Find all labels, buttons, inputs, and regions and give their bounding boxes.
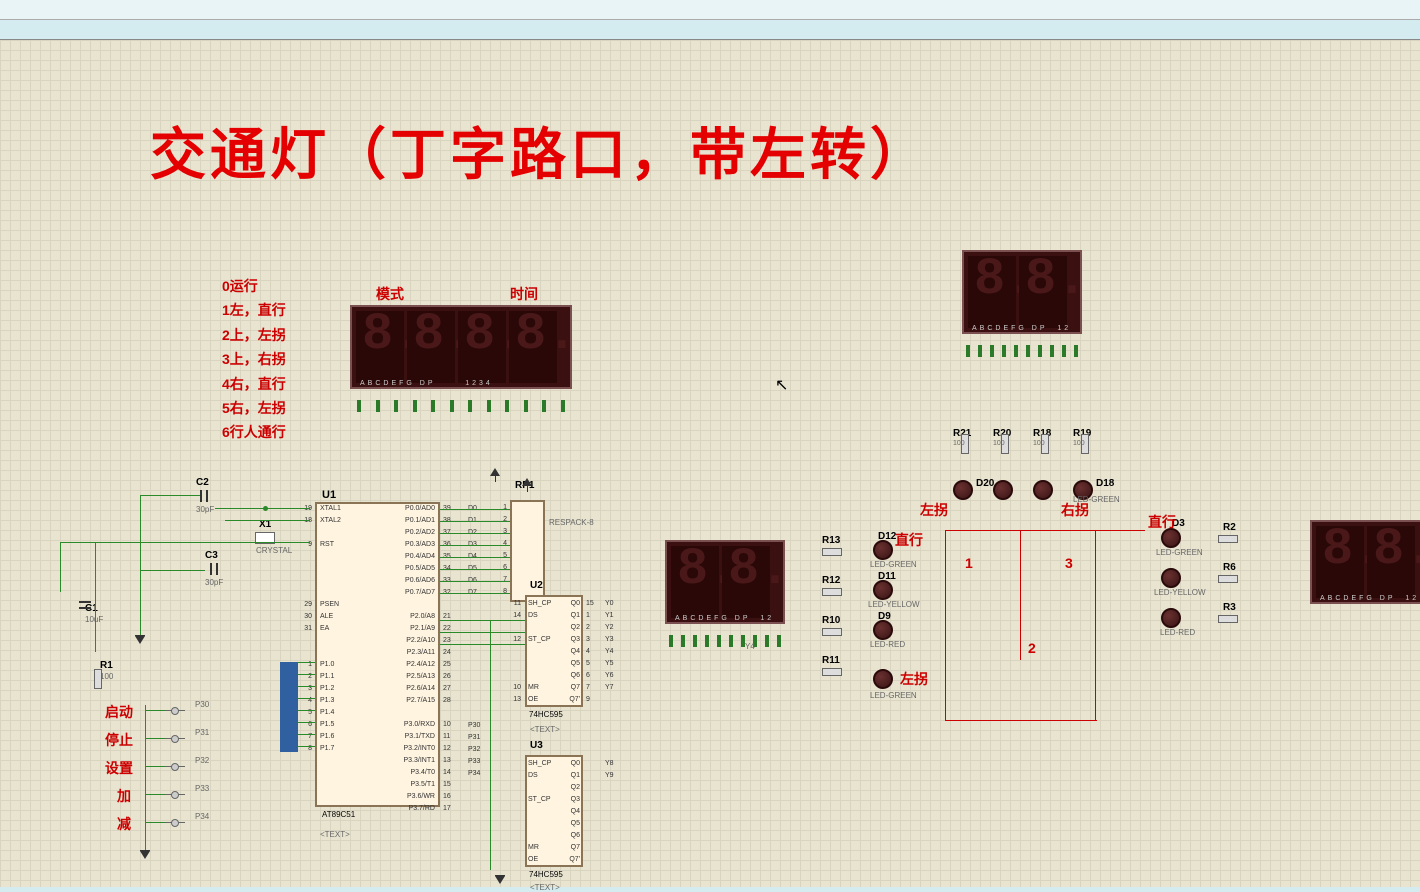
res-r13[interactable] xyxy=(822,548,842,556)
button-plus[interactable] xyxy=(165,789,185,799)
led-d5[interactable] xyxy=(1161,568,1181,588)
u2-label: U2 xyxy=(530,580,543,591)
res-r12[interactable] xyxy=(822,588,842,596)
led-d20[interactable] xyxy=(953,480,973,500)
gnd-icon xyxy=(495,875,505,885)
mouse-cursor-icon: ↖ xyxy=(775,375,788,395)
led-d9[interactable] xyxy=(873,620,893,640)
seven-seg-4digit[interactable]: ABCDEFG DP 1234 xyxy=(350,305,572,389)
gnd-icon xyxy=(140,850,150,860)
cap-c1[interactable] xyxy=(79,596,91,616)
cap-c3[interactable] xyxy=(205,563,225,575)
ruler-h xyxy=(0,20,1420,40)
label-minus: 减 xyxy=(117,814,131,834)
seven-seg-right[interactable]: ABCDEFG DP 12 xyxy=(1310,520,1420,604)
led-d11[interactable] xyxy=(873,580,893,600)
gnd-icon xyxy=(135,635,145,645)
power-icon xyxy=(522,480,532,492)
res-r11[interactable] xyxy=(822,668,842,676)
label-plus: 加 xyxy=(117,786,131,806)
mode-legend: 0运行 1左，直行 2上，左拐 3上，右拐 4右，直行 5右，左拐 6行人通行 xyxy=(222,275,286,446)
u1-left-pins: XTAL1XTAL2 RST PSENALEEA P1.0P1.1P1.2P1.… xyxy=(320,503,341,755)
seven-seg-top[interactable]: ABCDEFG DP 12 xyxy=(962,250,1082,334)
label-mode: 模式 xyxy=(376,284,404,304)
res-r1[interactable] xyxy=(94,669,102,689)
res-r6[interactable] xyxy=(1218,575,1238,583)
schematic-canvas[interactable]: 交通灯（丁字路口，带左转） 0运行 1左，直行 2上，左拐 3上，右拐 4右，直… xyxy=(0,40,1420,887)
button-minus[interactable] xyxy=(165,817,185,827)
seven-seg-left[interactable]: ABCDEFG DP 12 xyxy=(665,540,785,624)
label-stop: 停止 xyxy=(105,730,133,750)
led-d12[interactable] xyxy=(873,540,893,560)
led-d10[interactable] xyxy=(873,669,893,689)
button-stop[interactable] xyxy=(165,733,185,743)
schematic-title: 交通灯（丁字路口，带左转） xyxy=(150,110,930,191)
toolbar xyxy=(0,0,1420,20)
u1-right-pins: P0.0/AD0P0.1/AD1P0.2/AD2P0.3/AD3P0.4/AD4… xyxy=(390,503,435,815)
label-time: 时间 xyxy=(510,284,538,304)
cap-c2[interactable] xyxy=(195,490,215,502)
label-set: 设置 xyxy=(105,758,133,778)
u3-label: U3 xyxy=(530,740,543,751)
label-start: 启动 xyxy=(105,702,133,722)
button-start[interactable] xyxy=(165,705,185,715)
res-r2[interactable] xyxy=(1218,535,1238,543)
res-r3[interactable] xyxy=(1218,615,1238,623)
button-set[interactable] xyxy=(165,761,185,771)
led-d16[interactable] xyxy=(993,480,1013,500)
res-r10[interactable] xyxy=(822,628,842,636)
led-d7[interactable] xyxy=(1161,608,1181,628)
bus-line xyxy=(280,662,298,752)
power-icon xyxy=(490,470,500,482)
led-d17[interactable] xyxy=(1033,480,1053,500)
